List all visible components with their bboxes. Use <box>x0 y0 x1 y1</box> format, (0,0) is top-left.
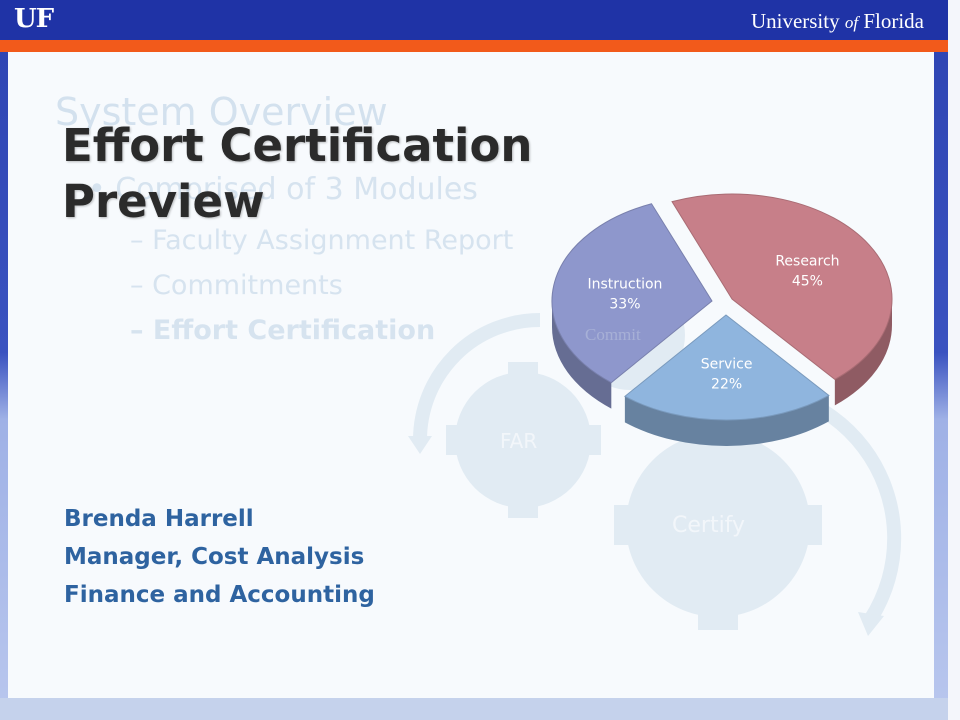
slide-title-line-1: Effort Certification <box>62 119 533 172</box>
slide-title: Effort Certification Preview <box>62 118 532 230</box>
gear-label-commit: Commit <box>585 325 641 344</box>
presenter-block: Brenda Harrell Manager, Cost Analysis Fi… <box>64 500 375 614</box>
presenter-department: Finance and Accounting <box>64 582 375 608</box>
presenter-name: Brenda Harrell <box>64 506 254 532</box>
pie-value-instruction: 33% <box>609 297 640 313</box>
pie-label-service: Service <box>701 357 753 373</box>
slide-title-line-2: Preview <box>62 175 265 228</box>
pie-value-research: 45% <box>792 273 823 289</box>
presenter-role: Manager, Cost Analysis <box>64 544 365 570</box>
pie-label-research: Research <box>775 253 839 269</box>
window-edge <box>948 0 960 720</box>
pie-value-service: 22% <box>711 377 742 393</box>
slide-frame-bottom <box>0 698 948 720</box>
pie-label-instruction: Instruction <box>587 277 662 293</box>
